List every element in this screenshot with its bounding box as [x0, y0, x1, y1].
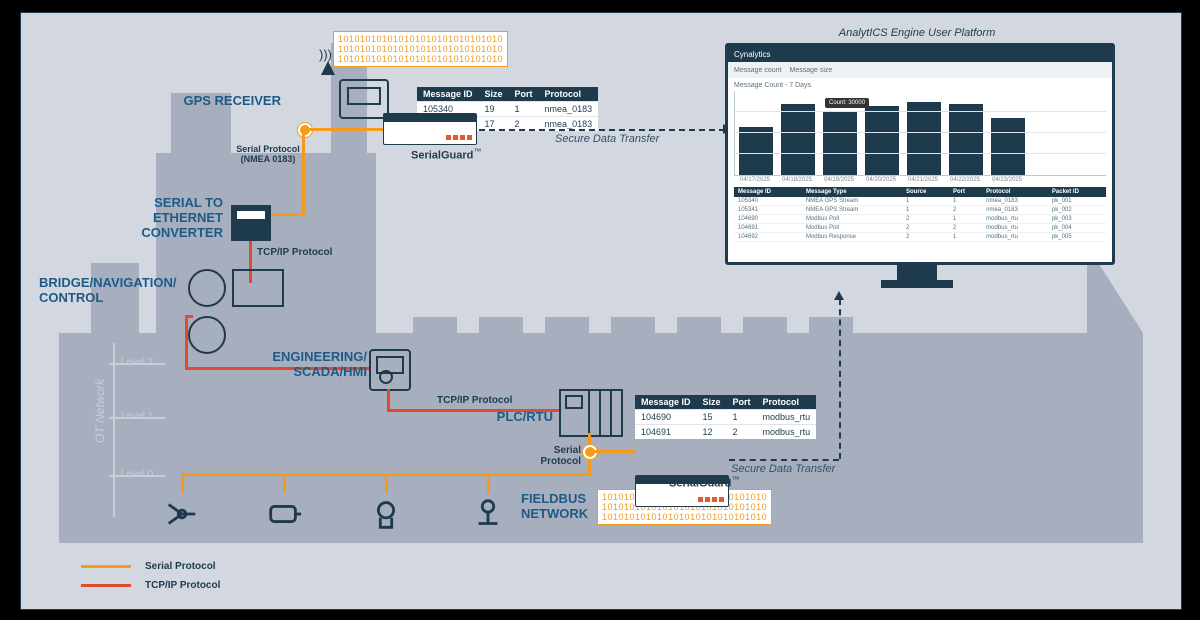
serialguard-device: [383, 113, 477, 145]
chart-title: Message Count - 7 Days: [734, 82, 1106, 89]
valve-icon: [469, 495, 507, 533]
binary-line: 101010101010101010101010101010: [338, 44, 503, 54]
propeller-icon: [163, 495, 201, 533]
legend: Serial ProtocolTCP/IP Protocol: [81, 561, 220, 599]
bar: [991, 118, 1025, 175]
subnav-item: Message size: [789, 67, 832, 74]
serial-link: [309, 128, 383, 131]
cargo-hatch: [479, 317, 523, 335]
serial-link: [181, 473, 184, 493]
chart-tooltip: Count: 30000: [825, 98, 869, 108]
bar: [781, 104, 815, 175]
serial-link: [487, 473, 490, 493]
tcpip-link: [185, 315, 188, 369]
cargo-hatch: [677, 317, 721, 335]
analytics-monitor: Cynalytics Message count Message size Me…: [725, 43, 1115, 265]
bridge-console-icon: [185, 267, 325, 311]
motor-icon: [265, 495, 303, 533]
subnav-item: Message count: [734, 67, 781, 74]
tcpip-link: [387, 389, 390, 411]
bar-labels: 04/17/202504/18/202504/19/202504/20/2025…: [734, 176, 1106, 183]
binary-data-box: 101010101010101010101010101010 101010101…: [333, 31, 508, 67]
platform-title: AnalytICS Engine User Platform: [775, 27, 1059, 39]
bar-chart: Count: 30000: [734, 91, 1106, 176]
bar: [739, 127, 773, 175]
bar: [865, 106, 899, 175]
serial-link: [593, 450, 635, 453]
converter-label: SERIAL TO ETHERNET CONVERTER: [83, 195, 223, 240]
serial-link: [385, 473, 388, 493]
analytics-brand: Cynalytics: [734, 50, 770, 59]
gps-receiver-icon: [339, 79, 389, 119]
secure-transfer-label: Secure Data Transfer: [555, 133, 659, 145]
secure-transfer-label: Secure Data Transfer: [731, 463, 835, 475]
bridge-label: BRIDGE/NAVIGATION/ CONTROL: [39, 275, 179, 305]
plc-label: PLC/RTU: [457, 409, 553, 424]
fieldbus-label: FIELDBUS NETWORK: [521, 491, 588, 521]
secure-transfer-link: [479, 129, 725, 131]
ot-level-tick: [109, 363, 165, 365]
converter-icon: [231, 205, 271, 241]
serial-link: [283, 473, 286, 493]
secure-transfer-link: [839, 299, 841, 459]
ot-level-line: [113, 343, 115, 517]
analytics-table: Message IDMessage TypeSourcePortProtocol…: [734, 187, 1106, 242]
serial-protocol-label: Serial Protocol: [517, 445, 581, 467]
cargo-hatch: [743, 317, 787, 335]
cargo-hatch: [809, 317, 853, 335]
hmi-icon: [369, 349, 411, 391]
cargo-hatch: [545, 317, 589, 335]
cargo-hatch: [611, 317, 655, 335]
secure-transfer-link: [729, 459, 839, 461]
diagram-frame: OT Network Level 2 Level 1 Level 0 GPS R…: [20, 12, 1182, 610]
serial-link: [271, 213, 304, 216]
cargo-hatch: [413, 317, 457, 335]
tcpip-label: TCP/IP Protocol: [437, 395, 512, 406]
plc-icon: [559, 389, 623, 437]
binary-line: 101010101010101010101010101010: [338, 34, 503, 44]
gps-label: GPS RECEIVER: [143, 93, 281, 108]
bar: [823, 112, 857, 175]
analytics-subnav: Message count Message size: [728, 62, 1112, 78]
gps-signal-icon: ))): [319, 47, 332, 62]
arrow-icon: [834, 291, 844, 300]
analytics-chart: Message Count - 7 Days Count: 30000 04/1…: [728, 78, 1112, 244]
engineering-label: ENGINEERING/ SCADA/HMI: [265, 349, 367, 379]
analytics-header: Cynalytics: [728, 46, 1112, 62]
ot-level-tick: [109, 417, 165, 419]
binary-line: 101010101010101010101010101010: [338, 54, 503, 64]
monitor-base: [881, 280, 953, 288]
serialguard-label: SerialGuard™: [669, 475, 739, 490]
monitor-stand: [897, 262, 937, 280]
ot-level-tick: [109, 475, 165, 477]
pump-icon: [367, 495, 405, 533]
serialguard-label: SerialGuard™: [411, 147, 481, 162]
serial-protocol-nmea-label: Serial Protocol (NMEA 0183): [233, 144, 303, 164]
ot-network-label: OT Network: [93, 379, 107, 443]
binary-line: 101010101010101010101010101010: [602, 512, 767, 522]
tcpip-label: TCP/IP Protocol: [257, 247, 332, 258]
packet-table-bottom: Message IDSizePortProtocol104690151modbu…: [635, 395, 816, 439]
bar: [949, 104, 983, 175]
bar: [907, 102, 941, 176]
